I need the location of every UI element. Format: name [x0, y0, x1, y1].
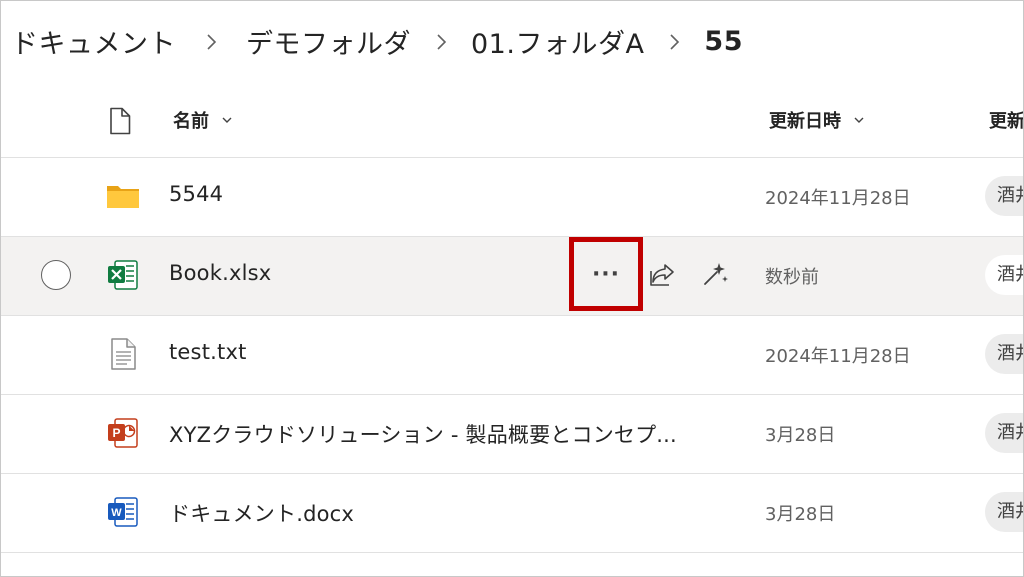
breadcrumb-item-documents[interactable]: ドキュメント	[11, 22, 176, 61]
item-modified-by[interactable]: 酒井	[985, 176, 1023, 216]
breadcrumb-item-demo-folder[interactable]: デモフォルダ	[246, 22, 411, 61]
chevron-right-icon	[176, 31, 246, 51]
item-name[interactable]: Book.xlsx	[169, 261, 271, 285]
column-header-modified[interactable]: 更新日時	[769, 107, 865, 133]
item-modified-by[interactable]: 酒井	[985, 255, 1023, 295]
item-name[interactable]: test.txt	[169, 340, 247, 364]
share-icon[interactable]	[647, 259, 677, 289]
column-header-row: 名前 更新日時 更新	[1, 81, 1023, 158]
list-item[interactable]: P XYZクラウドソリューション - 製品概要とコンセプ... 3月28日 酒井	[1, 395, 1023, 474]
svg-text:W: W	[111, 507, 122, 519]
item-modified: 数秒前	[765, 267, 819, 288]
item-name[interactable]: XYZクラウドソリューション - 製品概要とコンセプ...	[169, 419, 677, 449]
chevron-right-icon	[644, 31, 704, 51]
excel-file-icon	[105, 257, 141, 293]
breadcrumb: ドキュメント デモフォルダ 01.フォルダA 55	[11, 19, 743, 63]
chevron-down-icon	[854, 117, 864, 123]
breadcrumb-item-folder-a[interactable]: 01.フォルダA	[471, 22, 644, 61]
sparkle-icon[interactable]	[700, 259, 730, 289]
column-header-modified-by[interactable]: 更新	[989, 107, 1023, 133]
svg-text:P: P	[112, 426, 120, 440]
item-modified-by[interactable]: 酒井	[985, 334, 1023, 374]
column-header-modified-label: 更新日時	[769, 111, 841, 132]
item-modified: 2024年11月28日	[765, 188, 911, 209]
chevron-right-icon	[411, 31, 471, 51]
powerpoint-file-icon: P	[105, 415, 141, 451]
word-file-icon: W	[105, 494, 141, 530]
item-modified-by[interactable]: 酒井	[985, 413, 1023, 453]
row-select-checkbox[interactable]	[41, 260, 71, 290]
file-list-view: ドキュメント デモフォルダ 01.フォルダA 55 名前 更新日時 更新 554…	[0, 0, 1024, 577]
list-item[interactable]: 5544 2024年11月28日 酒井	[1, 158, 1023, 237]
list-item[interactable]: W ドキュメント.docx 3月28日 酒井	[1, 474, 1023, 553]
folder-icon	[105, 178, 141, 214]
item-name[interactable]: 5544	[169, 182, 223, 206]
list-item[interactable]: test.txt 2024年11月28日 酒井	[1, 316, 1023, 395]
item-modified-by[interactable]: 酒井	[985, 492, 1023, 532]
item-name[interactable]: ドキュメント.docx	[169, 498, 354, 528]
item-modified: 2024年11月28日	[765, 346, 911, 367]
breadcrumb-current: 55	[704, 25, 743, 57]
chevron-down-icon	[222, 117, 232, 123]
item-modified: 3月28日	[765, 504, 836, 525]
column-header-name-label: 名前	[173, 111, 209, 132]
item-modified: 3月28日	[765, 425, 836, 446]
column-header-name[interactable]: 名前	[173, 107, 233, 133]
more-actions-button[interactable]: ···	[569, 237, 643, 311]
list-item[interactable]: Book.xlsx ··· 数秒前 酒井	[1, 237, 1023, 316]
file-icon	[109, 107, 131, 135]
more-actions-label: ···	[591, 261, 621, 287]
text-file-icon	[105, 336, 141, 372]
